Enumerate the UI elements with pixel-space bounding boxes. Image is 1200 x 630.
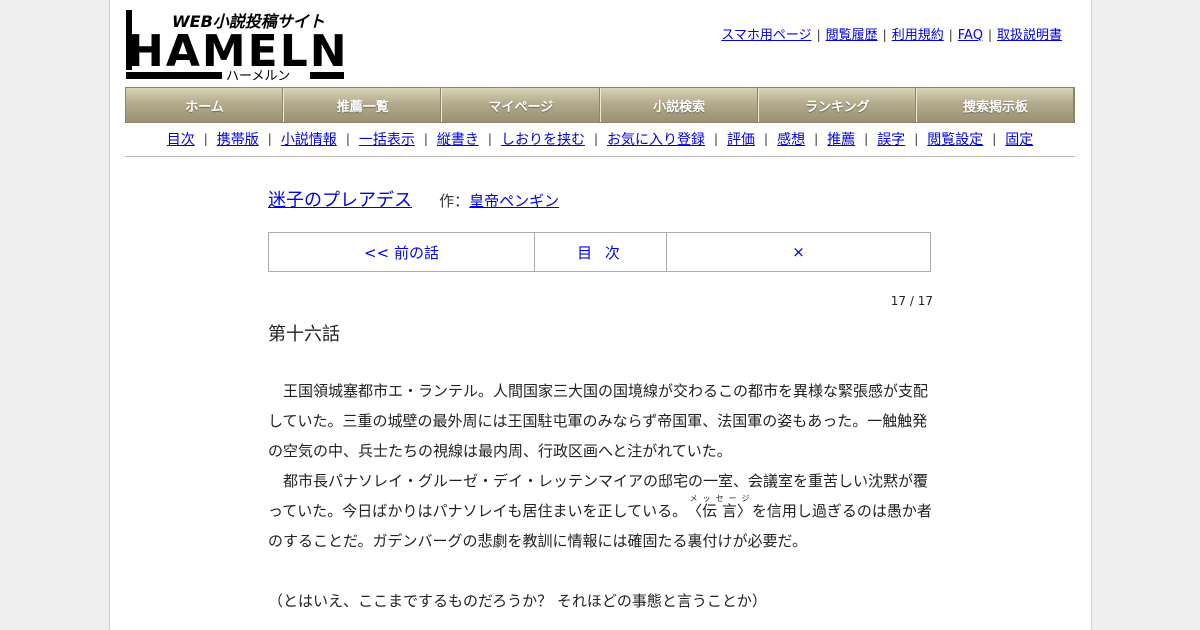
- subnav-vertical[interactable]: 縦書き: [437, 129, 479, 149]
- novel-subnav: 目次 | 携帯版 | 小説情報 | 一括表示 | 縦書き | しおりを挟む | お気に入り登…: [125, 122, 1075, 157]
- novel-title-link[interactable]: 迷子のプレアデス: [268, 190, 412, 211]
- manual-link[interactable]: 取扱説明書: [997, 28, 1062, 43]
- subnav-typo[interactable]: 誤字: [877, 129, 905, 149]
- top-links: スマホ用ページ | 閲覧履歴 | 利用規約 | FAQ | 取扱説明書: [721, 28, 1062, 43]
- episode-count: 17 / 17: [890, 294, 933, 308]
- faq-link[interactable]: FAQ: [958, 28, 983, 43]
- author-info: 作：皇帝ペンギン: [439, 192, 559, 210]
- page-container: WEB小説投稿サイト HAMELN ハーメルン スマホ用ページ | 閲覧履歴 | 利用規…: [109, 0, 1092, 630]
- nav-recommendations[interactable]: 推薦一覧: [283, 88, 441, 122]
- toc-button[interactable]: 目 次: [535, 233, 667, 271]
- hameln-logo[interactable]: WEB小説投稿サイト HAMELN ハーメルン: [126, 10, 348, 82]
- subnav-mobile[interactable]: 携帯版: [217, 129, 259, 149]
- ruby-base: 〈伝 言〉: [687, 502, 752, 520]
- chapter-body: 王国領城塞都市エ・ランテル。人間国家三大国の国境線が交わるこの都市を異様な緊張感…: [268, 376, 933, 616]
- nav-ranking[interactable]: ランキング: [757, 88, 916, 122]
- subnav-pin[interactable]: 固定: [1005, 129, 1033, 149]
- nav-home[interactable]: ホーム: [126, 88, 283, 122]
- logo-kana: ハーメルン: [226, 69, 290, 82]
- ruby-term: 〈伝 言〉メッセージ: [687, 494, 752, 520]
- nav-novel-search[interactable]: 小説検索: [599, 88, 758, 122]
- nav-search-board[interactable]: 捜索掲示板: [915, 88, 1074, 122]
- subnav-bookmark[interactable]: しおりを挟む: [501, 129, 585, 149]
- subnav-view-settings[interactable]: 閲覧設定: [927, 129, 983, 149]
- paragraph: （とはいえ、ここまでするものだろうか？ それほどの事態と言うことか）: [268, 592, 767, 610]
- paragraph: 都市長パナソレイ・グルーゼ・デイ・レッテンマイアの邸宅の一室、会議室を重苦しい沈…: [268, 466, 933, 556]
- subnav-review[interactable]: 感想: [777, 129, 805, 149]
- paragraph: 王国領城塞都市エ・ランテル。人間国家三大国の国境線が交わるこの都市を異様な緊張感…: [268, 382, 929, 460]
- terms-link[interactable]: 利用規約: [892, 28, 944, 43]
- smartphone-page-link[interactable]: スマホ用ページ: [721, 28, 811, 43]
- prev-episode-button[interactable]: << 前の話: [269, 233, 535, 271]
- author-prefix: 作：: [439, 192, 470, 210]
- subnav-favorite[interactable]: お気に入り登録: [607, 129, 705, 149]
- subnav-rating[interactable]: 評価: [727, 129, 755, 149]
- subnav-novel-info[interactable]: 小説情報: [281, 129, 337, 149]
- episode-pager: << 前の話 目 次 ×: [268, 232, 931, 272]
- ruby-reading: メッセージ: [687, 494, 752, 503]
- author-link[interactable]: 皇帝ペンギン: [469, 192, 559, 210]
- chapter-title: 第十六話: [268, 324, 340, 345]
- subnav-show-all[interactable]: 一括表示: [359, 129, 415, 149]
- subnav-recommend[interactable]: 推薦: [827, 129, 855, 149]
- subnav-toc[interactable]: 目次: [167, 129, 195, 149]
- nav-mypage[interactable]: マイページ: [441, 88, 599, 122]
- close-icon[interactable]: ×: [667, 233, 930, 271]
- main-nav: ホーム 推薦一覧 マイページ 小説検索 ランキング 捜索掲示板: [125, 87, 1075, 123]
- history-link[interactable]: 閲覧履歴: [826, 28, 878, 43]
- novel-header: 迷子のプレアデス 作：皇帝ペンギン: [268, 186, 559, 212]
